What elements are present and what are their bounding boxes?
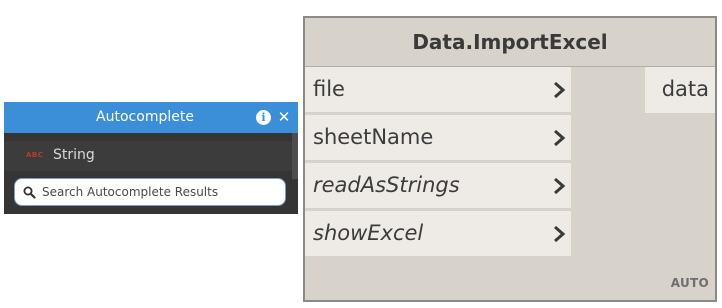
autocomplete-result-item[interactable]: ABC String [4,141,298,171]
chevron-right-icon [554,225,566,243]
close-icon[interactable]: ✕ [277,107,291,127]
autocomplete-header: Autocomplete i ✕ [4,102,298,133]
result-label: String [53,147,95,163]
search-input[interactable] [42,183,278,201]
results-scrollbar[interactable] [292,133,298,179]
autocomplete-title: Autocomplete [96,109,194,125]
input-port-label: showExcel [313,221,424,245]
input-port-readasstrings[interactable]: readAsStrings [305,163,571,209]
chevron-right-icon [554,129,566,147]
output-port-label: data [661,77,709,101]
input-port-label: readAsStrings [313,173,460,197]
search-icon [23,186,36,199]
input-port-sheetname[interactable]: sheetName [305,115,571,161]
autocomplete-panel: Autocomplete i ✕ ABC String [4,102,298,214]
string-type-icon: ABC [26,151,44,159]
chevron-right-icon [554,177,566,195]
node-title[interactable]: Data.ImportExcel [305,18,715,66]
input-port-label: file [313,77,345,101]
input-port-showexcel[interactable]: showExcel [305,211,571,257]
input-port-label: sheetName [313,125,434,149]
input-port-file[interactable]: file [305,67,571,113]
output-port-data[interactable]: data [645,67,715,113]
search-box[interactable] [14,178,286,206]
chevron-right-icon [554,81,566,99]
lacing-indicator[interactable]: AUTO [671,276,709,290]
import-excel-node[interactable]: Data.ImportExcel file sheetName readAsSt… [303,16,717,302]
info-icon[interactable]: i [256,110,271,125]
